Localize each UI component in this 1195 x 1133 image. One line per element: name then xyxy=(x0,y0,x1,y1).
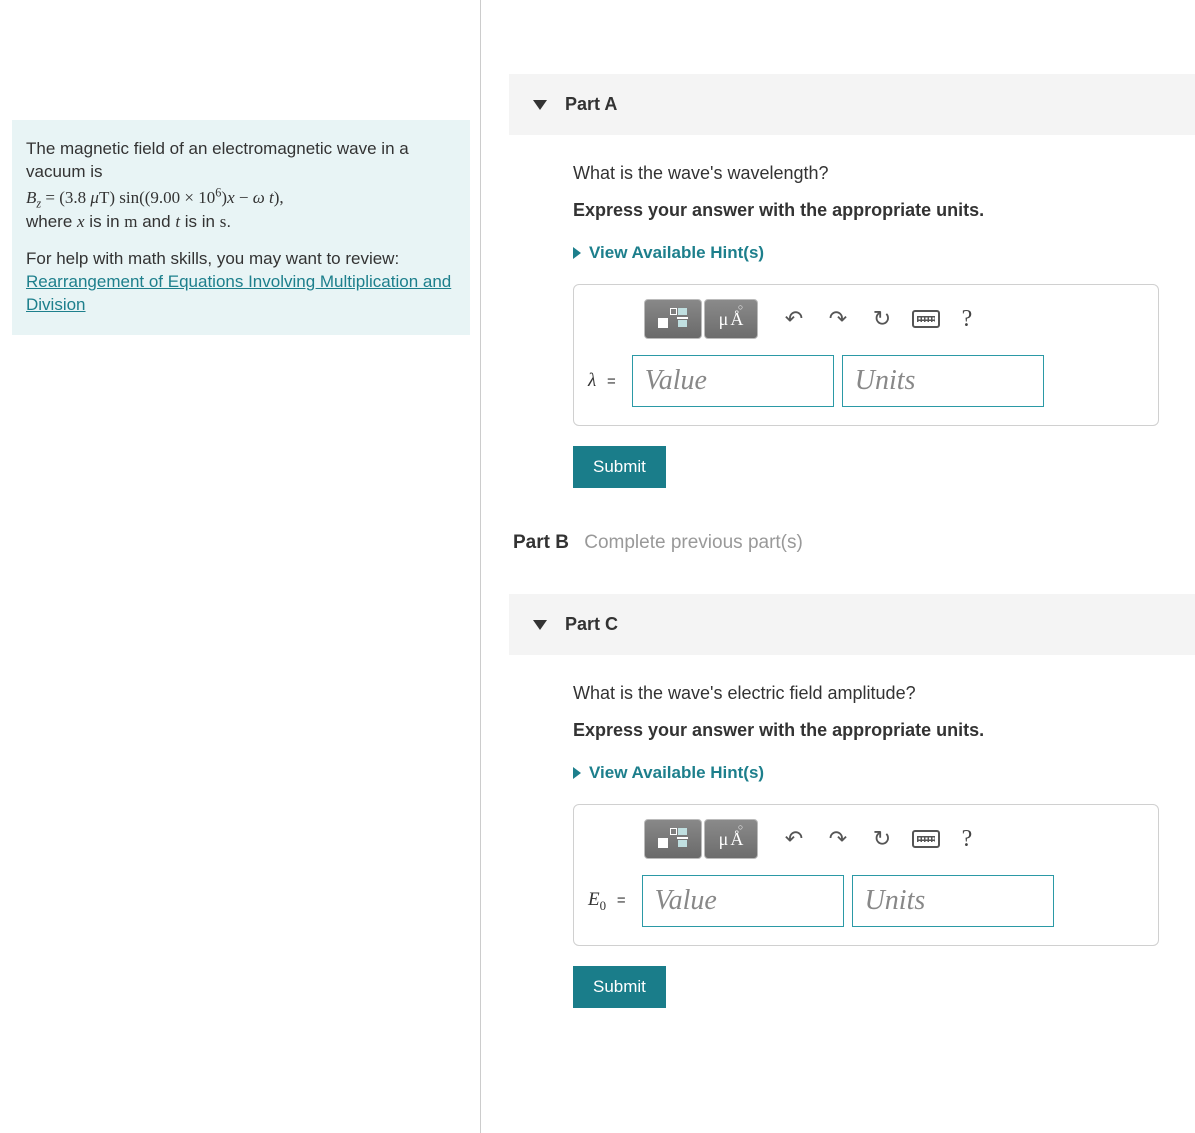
part-c-body: What is the wave's electric field amplit… xyxy=(509,655,1195,1018)
part-a-hints-toggle[interactable]: View Available Hint(s) xyxy=(573,243,764,263)
help-button[interactable]: ? xyxy=(952,306,982,333)
part-b-label: Part B xyxy=(513,532,569,553)
templates-button[interactable] xyxy=(644,299,702,339)
caret-right-icon xyxy=(573,247,581,259)
part-c-question: What is the wave's electric field amplit… xyxy=(573,683,1159,704)
part-b-row: Part B Complete previous part(s) xyxy=(509,498,1195,564)
part-c-title: Part C xyxy=(565,614,618,635)
reset-icon: ↻ xyxy=(873,826,891,852)
caret-down-icon xyxy=(533,100,547,110)
part-c-hints-toggle[interactable]: View Available Hint(s) xyxy=(573,763,764,783)
templates-button[interactable] xyxy=(644,819,702,859)
part-c-instruction: Express your answer with the appropriate… xyxy=(573,720,1159,741)
undo-button[interactable]: ↶ xyxy=(776,301,812,337)
part-a-units-input[interactable]: Units xyxy=(842,355,1044,407)
reset-button[interactable]: ↻ xyxy=(864,301,900,337)
part-a-header[interactable]: Part A xyxy=(509,74,1195,135)
caret-down-icon xyxy=(533,620,547,630)
part-a-title: Part A xyxy=(565,94,617,115)
problem-statement: The magnetic field of an electromagnetic… xyxy=(12,120,470,335)
symbols-button[interactable]: μÅ ○ xyxy=(704,819,758,859)
where-clause: where x is in m and t is in s. xyxy=(26,212,231,231)
part-a-variable: λ = xyxy=(588,370,622,392)
part-c-variable: E0 = xyxy=(588,889,632,914)
redo-button[interactable]: ↷ xyxy=(820,301,856,337)
redo-icon: ↷ xyxy=(829,826,847,852)
hints-label: View Available Hint(s) xyxy=(589,243,764,263)
help-link[interactable]: Rearrangement of Equations Involving Mul… xyxy=(26,272,451,314)
part-b-message: Complete previous part(s) xyxy=(584,532,803,553)
part-a-submit-button[interactable]: Submit xyxy=(573,446,666,488)
help-icon: ? xyxy=(962,826,973,852)
part-a-question: What is the wave's wavelength? xyxy=(573,163,1159,184)
answer-toolbar: μÅ ○ ↶ ↷ ↻ ? xyxy=(644,819,1144,859)
caret-right-icon xyxy=(573,767,581,779)
part-c-value-input[interactable]: Value xyxy=(642,875,844,927)
help-intro: For help with math skills, you may want … xyxy=(26,249,399,268)
part-a-value-input[interactable]: Value xyxy=(632,355,834,407)
part-c-answer-row: E0 = Value Units xyxy=(588,875,1144,927)
undo-icon: ↶ xyxy=(785,826,803,852)
reset-button[interactable]: ↻ xyxy=(864,821,900,857)
part-c-answer-box: μÅ ○ ↶ ↷ ↻ ? E0 = Value Uni xyxy=(573,804,1159,946)
part-c-header[interactable]: Part C xyxy=(509,594,1195,655)
help-paragraph: For help with math skills, you may want … xyxy=(26,248,456,317)
answer-toolbar: μÅ ○ ↶ ↷ ↻ ? xyxy=(644,299,1144,339)
undo-button[interactable]: ↶ xyxy=(776,821,812,857)
equation: Bz = (3.8 μT) sin((9.00 × 106)x − ω t), xyxy=(26,188,284,207)
keyboard-icon xyxy=(912,310,940,328)
redo-icon: ↷ xyxy=(829,306,847,332)
help-button[interactable]: ? xyxy=(952,826,982,853)
part-a-instruction: Express your answer with the appropriate… xyxy=(573,200,1159,221)
templates-icon xyxy=(656,306,690,332)
intro-text: The magnetic field of an electromagnetic… xyxy=(26,139,409,181)
redo-button[interactable]: ↷ xyxy=(820,821,856,857)
part-a-body: What is the wave's wavelength? Express y… xyxy=(509,135,1195,498)
reset-icon: ↻ xyxy=(873,306,891,332)
undo-icon: ↶ xyxy=(785,306,803,332)
part-a-answer-box: μÅ ○ ↶ ↷ ↻ ? λ = Value Unit xyxy=(573,284,1159,426)
part-c-submit-button[interactable]: Submit xyxy=(573,966,666,1008)
problem-intro: The magnetic field of an electromagnetic… xyxy=(26,138,456,234)
symbols-icon: μÅ ○ xyxy=(719,309,744,330)
templates-icon xyxy=(656,826,690,852)
hints-label: View Available Hint(s) xyxy=(589,763,764,783)
help-icon: ? xyxy=(962,306,973,332)
symbols-button[interactable]: μÅ ○ xyxy=(704,299,758,339)
part-c-units-input[interactable]: Units xyxy=(852,875,1054,927)
part-a-answer-row: λ = Value Units xyxy=(588,355,1144,407)
keyboard-button[interactable] xyxy=(908,301,944,337)
keyboard-icon xyxy=(912,830,940,848)
symbols-icon: μÅ ○ xyxy=(719,829,744,850)
keyboard-button[interactable] xyxy=(908,821,944,857)
